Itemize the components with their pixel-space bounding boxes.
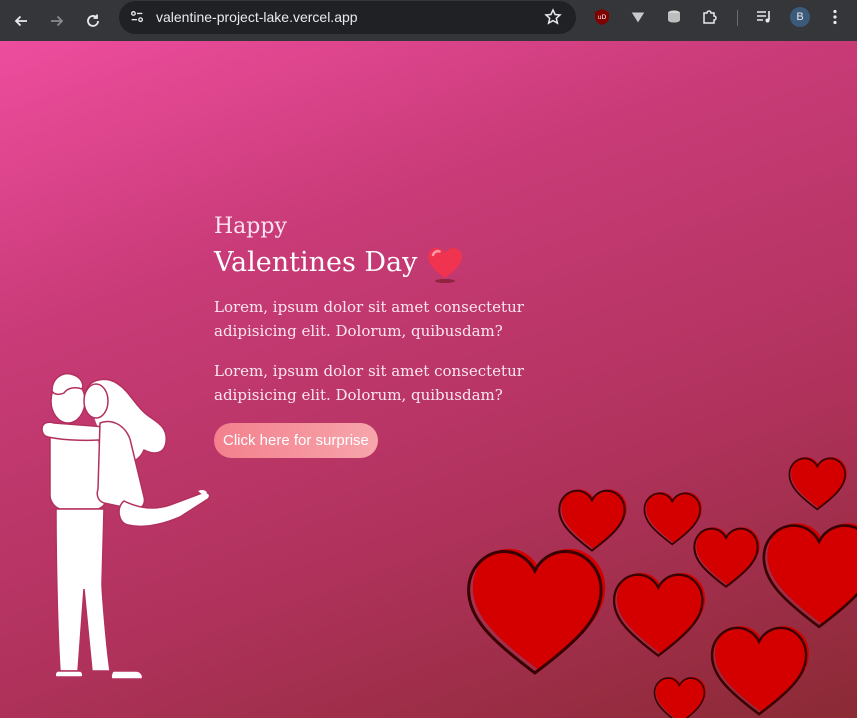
extension-icon[interactable] <box>665 8 683 26</box>
page-title: Valentines Day <box>214 243 534 283</box>
intro-paragraph: Lorem, ipsum dolor sit amet consectetur … <box>214 298 524 340</box>
couple-illustration <box>41 373 211 680</box>
address-bar[interactable]: valentine-project-lake.vercel.app <box>119 1 576 34</box>
title-text: Valentines Day <box>214 247 418 278</box>
heart-icon <box>428 248 463 283</box>
svg-text:uD: uD <box>598 14 607 21</box>
toolbar-divider <box>737 10 738 26</box>
url-text[interactable]: valentine-project-lake.vercel.app <box>156 9 358 25</box>
reload-icon <box>87 14 99 27</box>
extension-icon[interactable] <box>629 8 647 26</box>
surprise-button[interactable]: Click here for surprise <box>214 423 378 458</box>
forward-button[interactable] <box>43 7 71 35</box>
forward-icon <box>51 15 64 27</box>
puzzle-icon[interactable] <box>701 8 719 26</box>
reload-button[interactable] <box>79 7 107 35</box>
ublock-icon[interactable]: uD <box>593 8 611 26</box>
intro-paragraph: Lorem, ipsum dolor sit amet consectetur … <box>214 362 524 404</box>
hearts-decoration <box>467 457 857 718</box>
back-icon <box>14 15 27 27</box>
media-icon[interactable] <box>755 8 773 26</box>
greeting-text: Happy <box>214 214 287 239</box>
avatar[interactable]: B <box>790 7 810 27</box>
site-info-icon[interactable] <box>127 7 147 27</box>
star-icon[interactable] <box>544 8 562 26</box>
page-viewport: Happy Valentines Day Lorem, ipsum dolor … <box>0 41 857 718</box>
hero-content: Happy Valentines Day Lorem, ipsum dolor … <box>214 213 534 458</box>
back-button[interactable] <box>7 7 35 35</box>
browser-toolbar: valentine-project-lake.vercel.app uD B <box>0 0 857 41</box>
menu-icon[interactable] <box>826 8 844 26</box>
